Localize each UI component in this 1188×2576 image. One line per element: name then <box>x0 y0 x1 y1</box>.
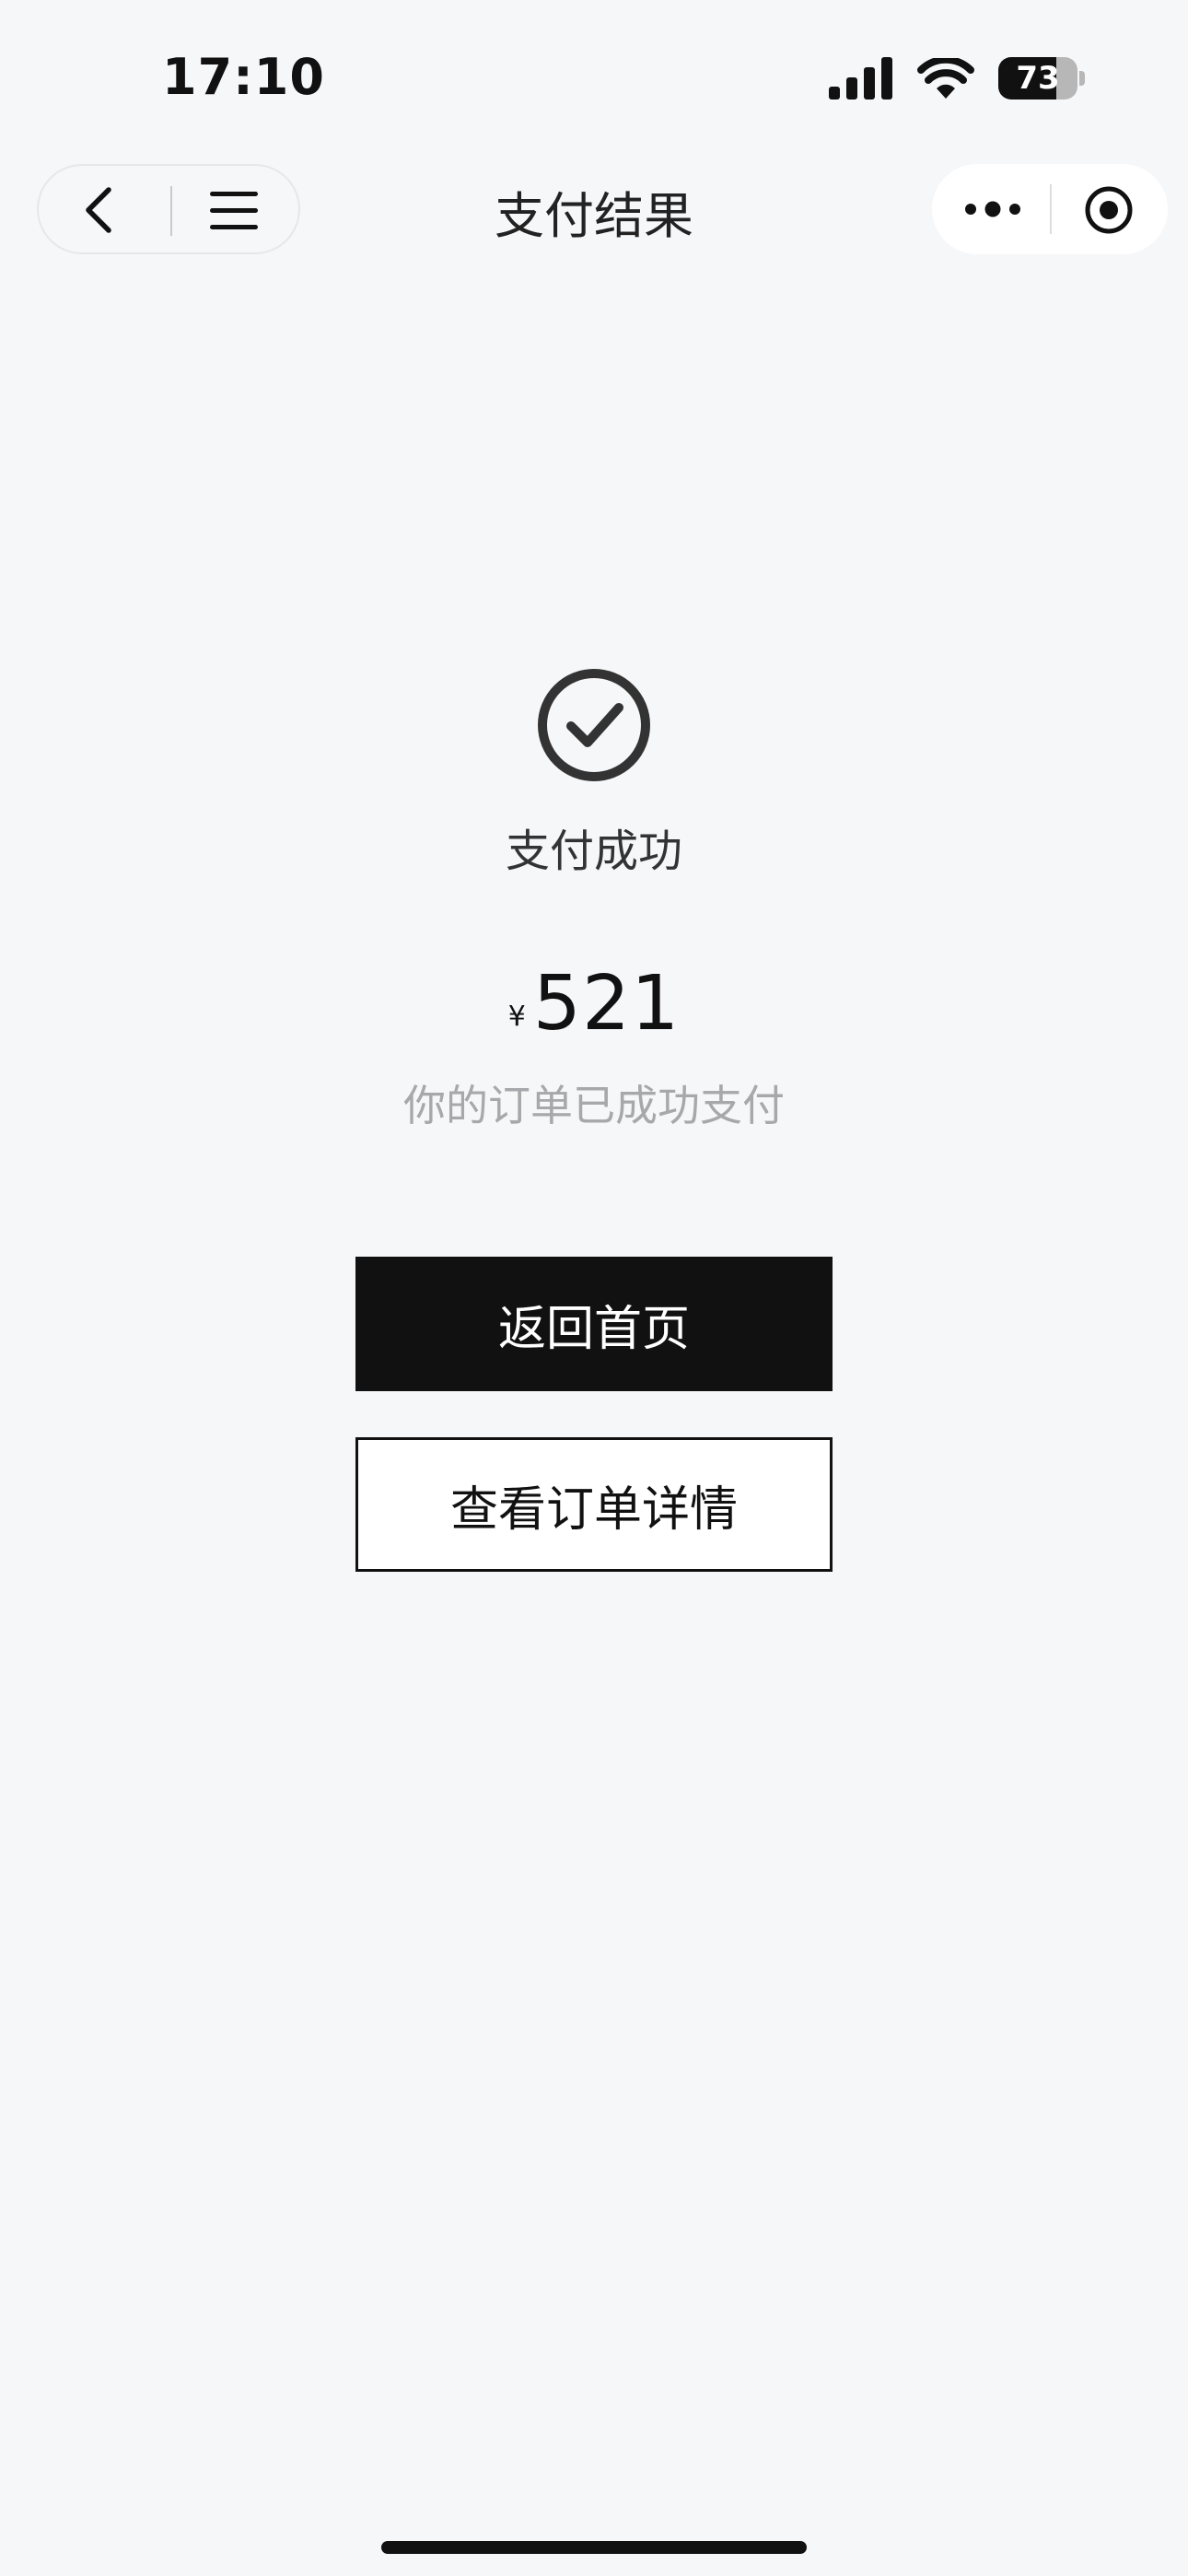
battery-level: 73 <box>1016 60 1060 97</box>
check-circle-icon <box>538 669 650 781</box>
battery-icon: 73 <box>998 57 1085 100</box>
payment-subtitle: 你的订单已成功支付 <box>403 1081 785 1130</box>
more-icon[interactable] <box>963 195 1022 223</box>
status-icons: 73 <box>829 57 1085 100</box>
payment-status-text: 支付成功 <box>505 825 682 877</box>
target-icon[interactable] <box>1083 184 1135 236</box>
wifi-icon <box>917 58 974 99</box>
battery-nub <box>1079 71 1085 86</box>
back-home-button[interactable]: 返回首页 <box>355 1257 833 1391</box>
nav-capsule-right <box>932 164 1168 254</box>
status-time: 17:10 <box>162 48 325 106</box>
status-bar: 17:10 73 <box>0 0 1188 157</box>
currency-symbol: ¥ <box>507 1001 526 1033</box>
signal-icon <box>829 57 892 100</box>
view-order-details-button[interactable]: 查看订单详情 <box>355 1437 833 1572</box>
amount-row: ¥521 <box>0 960 1188 1048</box>
home-indicator <box>381 2541 807 2554</box>
nav-divider <box>1050 184 1052 234</box>
amount-value: 521 <box>532 960 681 1048</box>
